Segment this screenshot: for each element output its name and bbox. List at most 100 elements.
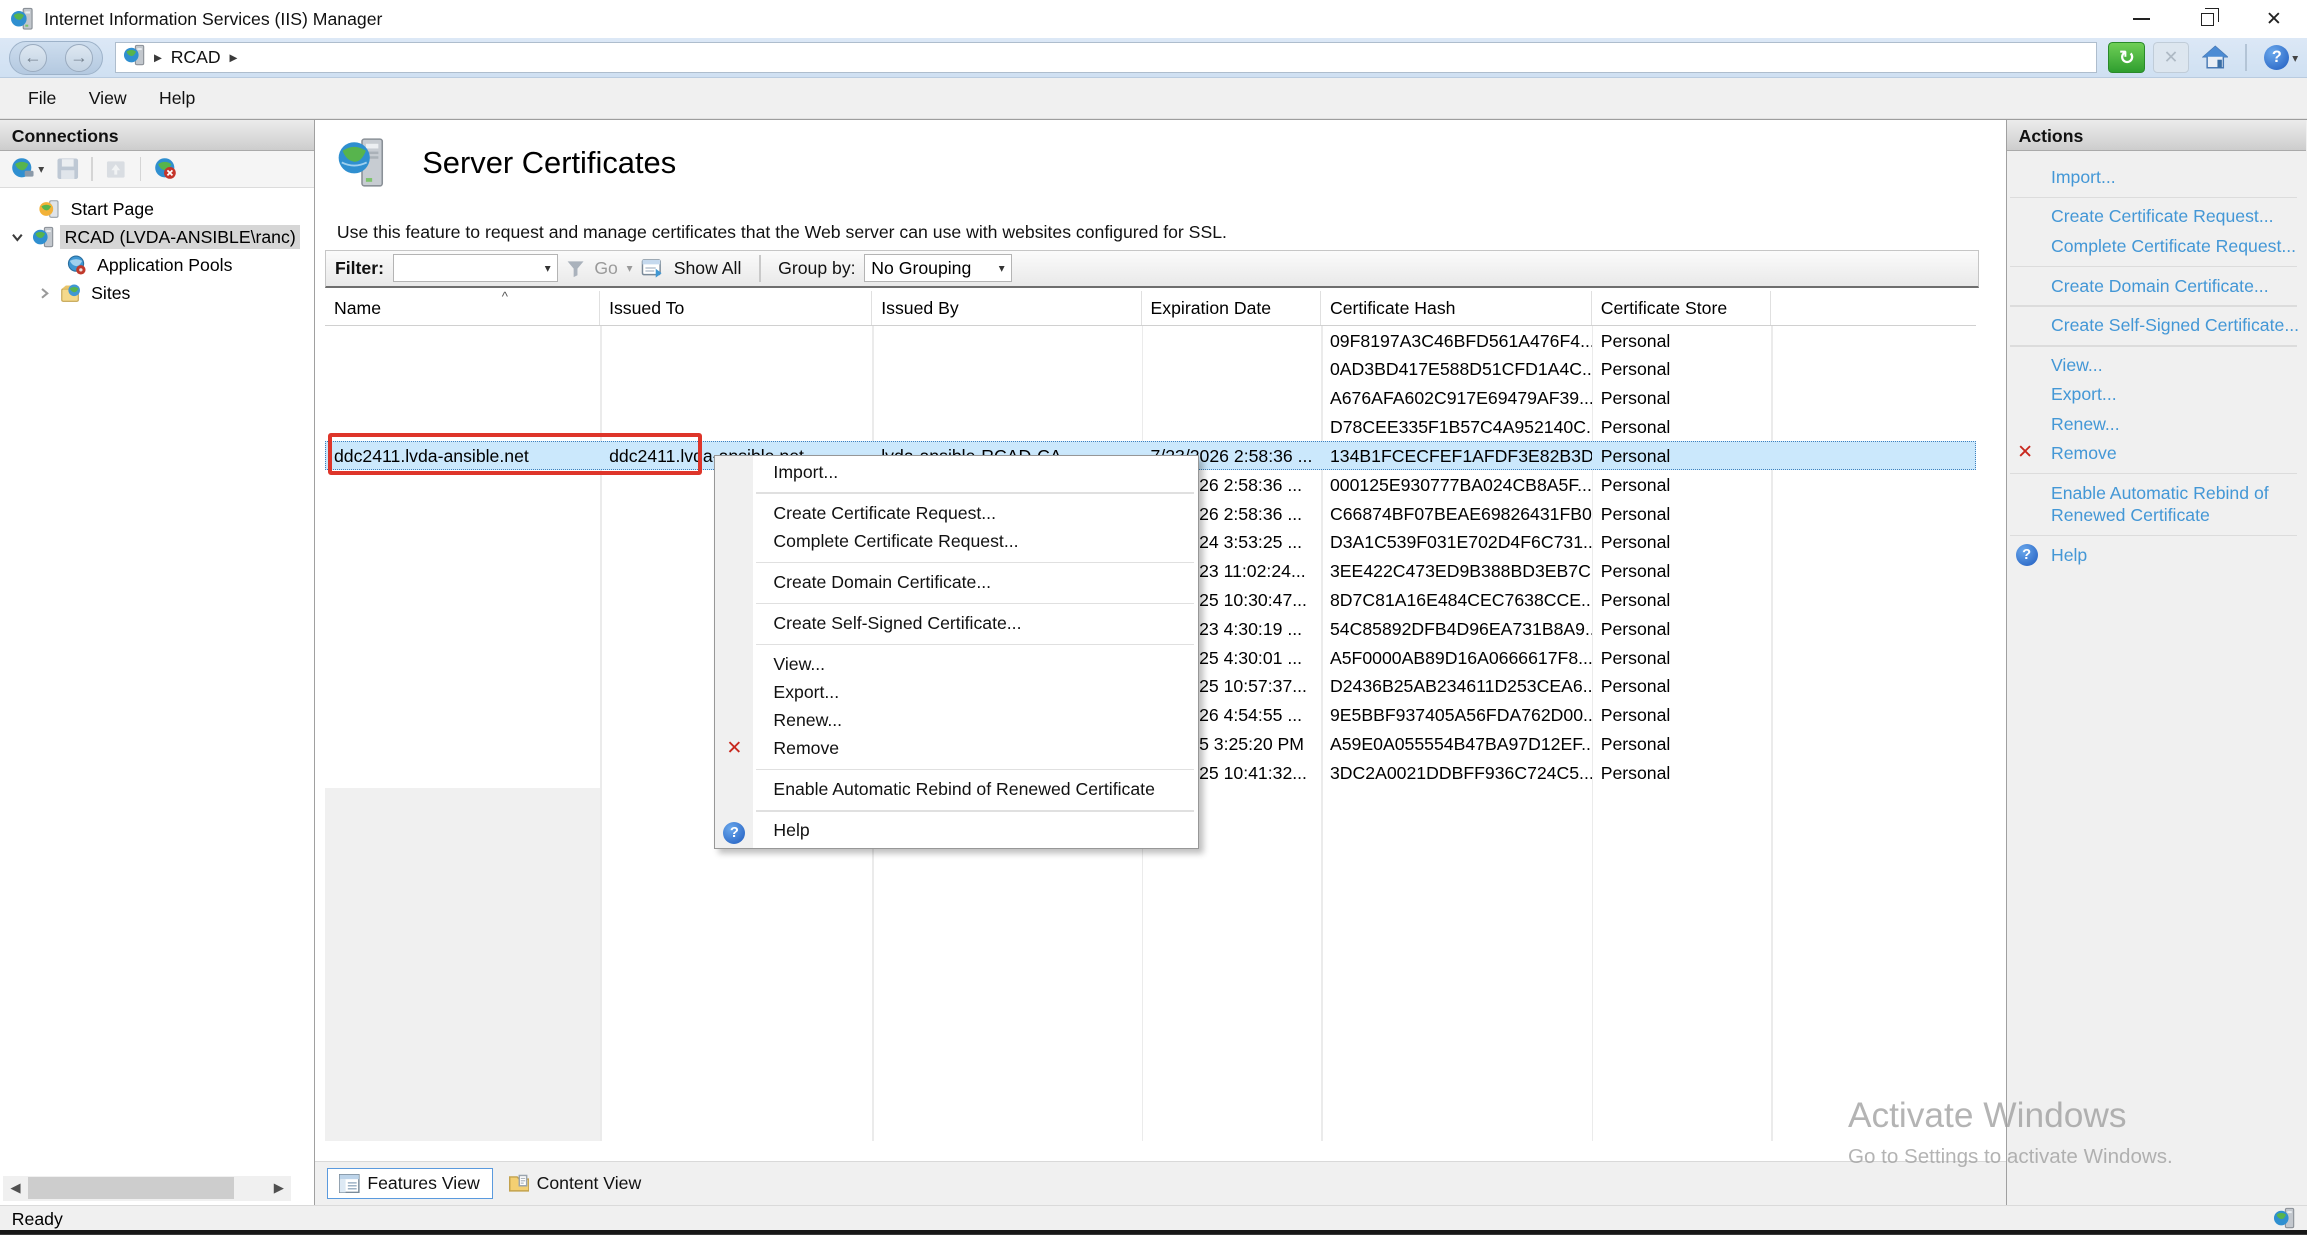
context-menu-item[interactable]: Create Domain Certificate... (715, 569, 1199, 597)
tree-item-application-pools[interactable]: Application Pools (0, 251, 314, 279)
remove-connection-button[interactable] (150, 155, 181, 183)
context-menu-item[interactable]: Create Self-Signed Certificate... (715, 610, 1199, 638)
cell-hash: 09F8197A3C46BFD561A476F4... (1329, 330, 1592, 351)
cell-store: Personal (1600, 705, 1671, 726)
forward-button[interactable]: → (64, 43, 93, 72)
close-button[interactable]: ✕ (2241, 0, 2307, 38)
filter-label: Filter: (334, 257, 384, 278)
minimize-button[interactable] (2108, 0, 2174, 38)
cell-store: Personal (1600, 734, 1671, 755)
cell-store: Personal (1600, 417, 1671, 438)
stop-button[interactable]: ✕ (2152, 42, 2190, 74)
context-menu-item[interactable]: ? Help (715, 817, 1199, 845)
action-link[interactable]: ? Help (2007, 541, 2300, 570)
cell-store: Personal (1600, 503, 1671, 524)
cell-issued_by (872, 384, 1141, 413)
scroll-left-icon[interactable]: ◀ (3, 1176, 28, 1201)
up-icon (107, 161, 125, 178)
context-menu-item[interactable]: Enable Automatic Rebind of Renewed Certi… (715, 776, 1199, 804)
cell-store: Personal (1600, 589, 1671, 610)
show-all-icon (642, 259, 662, 278)
tab-features-view[interactable]: Features View (326, 1167, 493, 1200)
cell-expiration (1142, 355, 1321, 384)
status-bar: Ready (0, 1204, 2307, 1235)
action-link[interactable]: Export... (2007, 380, 2300, 409)
horizontal-scrollbar[interactable]: ◀ ▶ (2, 1175, 292, 1201)
refresh-button[interactable]: ↻ (2108, 42, 2146, 74)
actions-separator (2009, 534, 2297, 537)
show-all-button[interactable]: Show All (674, 258, 742, 279)
filter-input[interactable]: ▾ (392, 254, 558, 283)
home-button[interactable] (2197, 42, 2234, 73)
actions-list: Import... Create Certificate Request... Co… (2007, 151, 2306, 570)
title-bar: Internet Information Services (IIS) Mana… (0, 0, 2307, 39)
column-header[interactable]: Name (325, 290, 601, 326)
breadcrumb-item-rcad[interactable]: RCAD (171, 47, 221, 68)
action-link[interactable]: View... (2007, 351, 2300, 380)
disconnect-icon (155, 158, 176, 180)
context-menu-item[interactable]: Renew... (715, 707, 1199, 735)
go-button[interactable]: Go (594, 258, 618, 279)
context-menu-item[interactable]: Create Certificate Request... (715, 500, 1199, 528)
feature-description: Use this feature to request and manage c… (336, 221, 1227, 242)
menu-file[interactable]: File (12, 80, 73, 116)
refresh-icon: ↻ (2118, 47, 2135, 69)
context-menu-item[interactable]: View... (715, 651, 1199, 679)
create-connection-button[interactable]: ▾ (7, 155, 47, 183)
scrollbar-thumb[interactable] (27, 1177, 234, 1200)
action-link[interactable]: Complete Certificate Request... (2007, 232, 2300, 261)
help-button[interactable]: ? ▾ (2264, 45, 2298, 71)
connections-tree: Start Page RCAD (LVDA-ANSIBLE\ranc) Appl… (0, 187, 314, 1205)
tree-item-sites[interactable]: Sites (0, 279, 314, 307)
tab-label: Features View (367, 1172, 480, 1193)
cell-store: Personal (1600, 445, 1671, 466)
tree-item-start-page[interactable]: Start Page (0, 195, 314, 223)
up-level-button[interactable] (101, 156, 130, 182)
chevron-right-icon[interactable] (35, 286, 53, 301)
table-row[interactable]: 09F8197A3C46BFD561A476F4... Personal (325, 326, 1976, 355)
action-link[interactable]: Create Certificate Request... (2007, 203, 2300, 232)
cell-hash: A59E0A055554B47BA97D12EF... (1329, 734, 1592, 755)
column-header[interactable]: Certificate Store (1592, 290, 1772, 326)
action-label: Renew... (2050, 413, 2120, 434)
menu-view[interactable]: View (73, 80, 143, 116)
cell-name (325, 730, 600, 759)
watermark-line2: Go to Settings to activate Windows. (1847, 1144, 2173, 1168)
tab-content-view[interactable]: Content View (497, 1169, 653, 1199)
restore-button[interactable] (2175, 0, 2241, 38)
context-menu-item[interactable]: Complete Certificate Request... (715, 528, 1199, 556)
scroll-right-icon[interactable]: ▶ (266, 1176, 291, 1201)
action-label: Create Domain Certificate... (2050, 275, 2269, 296)
back-button[interactable]: ← (18, 43, 47, 72)
actions-separator (2009, 265, 2297, 268)
cell-hash: 9E5BBF937405A56FDA762D00... (1329, 705, 1592, 726)
chevron-down-icon[interactable] (9, 230, 27, 245)
remove-icon: ✕ (2017, 442, 2034, 464)
cell-store: Personal (1600, 330, 1671, 351)
action-link[interactable]: Renew... (2007, 410, 2300, 439)
close-icon: ✕ (2265, 8, 2282, 30)
context-menu-item[interactable]: Export... (715, 679, 1199, 707)
column-header[interactable]: Issued To (600, 290, 873, 326)
menu-help[interactable]: Help (143, 80, 212, 116)
table-row[interactable]: 0AD3BD417E588D51CFD1A4C... Personal (325, 355, 1976, 384)
column-header[interactable]: Issued By (872, 290, 1142, 326)
action-link[interactable]: Import... (2007, 163, 2300, 192)
context-menu-item[interactable]: Import... (715, 459, 1199, 487)
context-menu-item[interactable]: ✕ Remove (715, 735, 1199, 763)
breadcrumb[interactable]: ▶ RCAD ▶ (114, 42, 2097, 74)
save-connections-button[interactable] (53, 156, 82, 182)
menu-item-label: Create Self-Signed Certificate... (773, 613, 1022, 634)
action-link[interactable]: Enable Automatic Rebind of Renewed Certi… (2007, 479, 2300, 530)
menu-separator (755, 492, 1194, 494)
cell-issued_by (872, 413, 1141, 442)
column-header[interactable]: Certificate Hash (1321, 290, 1592, 326)
action-link[interactable]: Create Self-Signed Certificate... (2007, 311, 2300, 340)
column-header[interactable]: Expiration Date (1142, 290, 1322, 326)
table-row[interactable]: A676AFA602C917E69479AF39... Personal (325, 384, 1976, 413)
cell-hash: 0AD3BD417E588D51CFD1A4C... (1329, 359, 1592, 380)
action-link[interactable]: ✕ Remove (2007, 439, 2300, 468)
group-by-select[interactable]: No Grouping ▾ (864, 254, 1012, 283)
action-link[interactable]: Create Domain Certificate... (2007, 272, 2300, 301)
tree-item-rcad[interactable]: RCAD (LVDA-ANSIBLE\ranc) (0, 223, 314, 251)
